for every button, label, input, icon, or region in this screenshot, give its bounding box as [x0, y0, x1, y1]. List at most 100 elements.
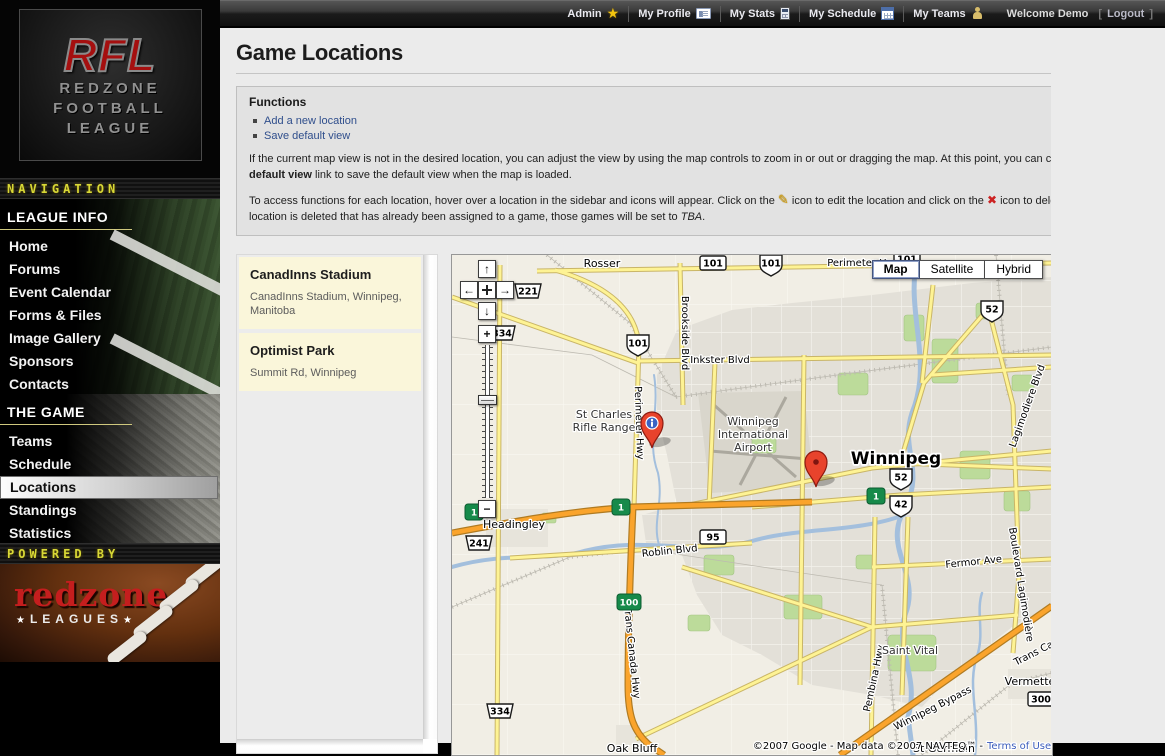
top-utility-bar: Admin My Profile My Stats My Schedule My… [220, 0, 1165, 28]
map-canvas[interactable]: RosserPerimeter HwyBrookside BlvdInkster… [452, 255, 1052, 755]
redzone-leagues-logo: redzone ★LEAGUES★ [0, 564, 220, 662]
sidebar-item-home[interactable]: Home [0, 235, 220, 258]
pan-up-button[interactable]: ↑ [478, 260, 496, 278]
sidebar-item-schedule[interactable]: Schedule [0, 453, 220, 476]
topnav-my-profile[interactable]: My Profile [629, 6, 721, 22]
sidebar-item-forms-files[interactable]: Forms & Files [0, 304, 220, 327]
location-name: CanadInns Stadium [250, 267, 410, 282]
map-label: Inkster Blvd [690, 355, 750, 366]
map-label: Winnipeg [851, 449, 941, 469]
topnav-my-stats[interactable]: My Stats [721, 6, 800, 22]
rfl-logo-line2: FOOTBALL [53, 99, 167, 119]
pan-right-button[interactable]: → [496, 281, 514, 299]
road-shield: 334 [487, 704, 513, 718]
delete-x-icon: ✖ [987, 193, 997, 207]
map-help-paragraph-1: If the current map view is not in the de… [249, 151, 1138, 183]
map-type-switcher: Map Satellite Hybrid [872, 260, 1043, 279]
sidebar-item-locations[interactable]: Locations [0, 476, 218, 499]
right-gutter [1051, 28, 1165, 743]
topnav-admin[interactable]: Admin [558, 6, 629, 22]
page-title: Game Locations [236, 40, 1151, 74]
shield-number: 52 [894, 473, 907, 484]
satellite-button[interactable]: Satellite [920, 260, 986, 279]
bullet-square [253, 134, 257, 138]
tba-emphasis: TBA [681, 211, 702, 223]
people-icon [971, 7, 984, 20]
hybrid-button[interactable]: Hybrid [985, 260, 1043, 279]
add-new-location-link[interactable]: Add a new location [264, 115, 357, 127]
section-rule [0, 229, 132, 230]
google-map[interactable]: RosserPerimeter HwyBrookside BlvdInkster… [451, 254, 1053, 756]
map-label: Airport [734, 441, 772, 454]
sidebar: RFL REDZONE FOOTBALL LEAGUE NAVIGATION L… [0, 0, 220, 743]
shield-number: 52 [985, 305, 998, 316]
sidebar-item-sponsors[interactable]: Sponsors [0, 350, 220, 373]
sidebar-item-standings[interactable]: Standings [0, 499, 220, 522]
map-label: Headingley [483, 518, 546, 531]
powered-by-led-banner: POWERED BY [0, 543, 220, 564]
location-name: Optimist Park [250, 343, 410, 358]
shield-number: 334 [490, 707, 510, 718]
profile-card-icon [696, 8, 711, 19]
redzone-brand-text: redzone [0, 564, 220, 612]
shield-number: 300 [1031, 695, 1051, 706]
topnav-my-teams[interactable]: My Teams [904, 6, 992, 22]
shield-number: 1 [618, 504, 624, 514]
map-label: Saint Vital [882, 644, 938, 657]
rfl-logo-acronym: RFL [64, 31, 156, 79]
sidebar-item-contacts[interactable]: Contacts [0, 373, 220, 394]
logout-link[interactable]: Logout [1107, 8, 1144, 20]
football-lace [105, 629, 149, 662]
shield-number: 101 [703, 259, 723, 270]
location-card-canadinns[interactable]: CanadInns Stadium CanadInns Stadium, Win… [239, 257, 421, 329]
shield-number: 1 [873, 493, 879, 503]
redzone-leagues-text: ★LEAGUES★ [0, 612, 220, 626]
shield-number: 42 [894, 500, 907, 511]
shield-number: 101 [628, 339, 648, 350]
pan-left-button[interactable]: ← [460, 281, 478, 299]
marker-info-stem [651, 422, 653, 428]
location-card-optimist-park[interactable]: Optimist Park Summit Rd, Winnipeg [239, 333, 421, 391]
the-game-section: THE GAME Teams Schedule Locations Standi… [0, 394, 220, 543]
map-label: International [718, 428, 788, 441]
road-shield: 241 [466, 536, 492, 550]
horizontal-scrollbar[interactable] [237, 739, 423, 753]
road-shield: 1 [612, 499, 630, 515]
sidebar-item-forums[interactable]: Forums [0, 258, 220, 281]
league-logo-area: RFL REDZONE FOOTBALL LEAGUE [0, 0, 220, 178]
zoom-out-button[interactable]: − [478, 500, 496, 518]
sidebar-item-teams[interactable]: Teams [0, 430, 220, 453]
section-title-the-game: THE GAME [0, 394, 220, 424]
road-shield: 300 [1028, 692, 1052, 706]
shield-number: 1 [471, 509, 477, 519]
locations-list-panel: CanadInns Stadium CanadInns Stadium, Win… [236, 254, 438, 754]
pan-down-button[interactable]: ↓ [478, 302, 496, 320]
star-icon: ★ [16, 615, 30, 626]
vertical-scrollbar[interactable] [423, 255, 437, 739]
section-rule [0, 424, 132, 425]
pan-center-button[interactable] [478, 281, 496, 299]
rfl-logo-line1: REDZONE [59, 79, 160, 99]
section-title-league-info: LEAGUE INFO [0, 199, 220, 229]
marker-info-dot [651, 419, 653, 421]
league-info-section: LEAGUE INFO Home Forums Event Calendar F… [0, 199, 220, 394]
topnav-my-schedule[interactable]: My Schedule [800, 6, 904, 22]
sidebar-item-image-gallery[interactable]: Image Gallery [0, 327, 220, 350]
sidebar-item-statistics[interactable]: Statistics [0, 522, 220, 543]
welcome-box: Welcome Demo [ Logout ] [1007, 8, 1153, 20]
map-label: Winnipeg [727, 415, 778, 428]
save-default-view-link[interactable]: Save default view [264, 130, 350, 142]
bracket: ] [1149, 8, 1153, 20]
zoom-in-button[interactable]: + [478, 325, 496, 343]
shield-number: 95 [706, 533, 719, 544]
shield-number: 100 [620, 599, 639, 609]
add-location-row: Add a new location [253, 115, 1138, 127]
map-label: Brookside Blvd [679, 296, 690, 370]
zoom-slider-track[interactable] [482, 345, 493, 498]
sidebar-item-event-calendar[interactable]: Event Calendar [0, 281, 220, 304]
map-button[interactable]: Map [872, 260, 920, 279]
locations-main-row: CanadInns Stadium CanadInns Stadium, Win… [220, 246, 1165, 756]
map-label: Rosser [584, 257, 621, 270]
zoom-slider-handle[interactable] [478, 395, 497, 405]
shield-number: 101 [761, 259, 781, 270]
